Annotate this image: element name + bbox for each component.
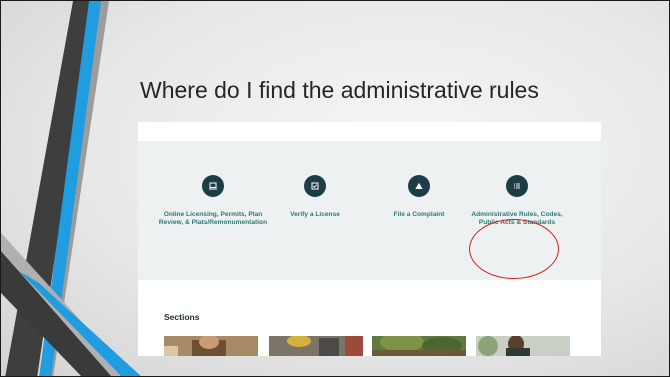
website-screenshot: Online Licensing, Permits, Plan Review, …: [138, 122, 601, 356]
presentation-slide: Where do I find the administrative rules…: [0, 0, 670, 377]
section-photo[interactable]: [164, 336, 258, 356]
quick-link-online-licensing[interactable]: Online Licensing, Permits, Plan Review, …: [158, 175, 268, 227]
section-photo[interactable]: [269, 336, 363, 356]
website-header-strip: [138, 122, 601, 141]
list-icon: [506, 175, 528, 197]
section-photo[interactable]: [476, 336, 570, 356]
warning-icon: [408, 175, 430, 197]
section-photo[interactable]: [372, 336, 466, 356]
highlight-ellipse: [469, 219, 559, 279]
quick-link-verify-license[interactable]: Verify a License: [260, 175, 370, 219]
laptop-icon: [202, 175, 224, 197]
quick-links-panel: Online Licensing, Permits, Plan Review, …: [138, 141, 601, 280]
quick-link-label: File a Complaint: [393, 211, 445, 218]
quick-link-label: Online Licensing, Permits, Plan Review, …: [158, 211, 268, 227]
quick-link-label: Verify a License: [290, 211, 340, 218]
checkbox-icon: [304, 175, 326, 197]
slide-title: Where do I find the administrative rules: [140, 77, 539, 103]
quick-link-file-complaint[interactable]: File a Complaint: [364, 175, 474, 219]
sections-heading: Sections: [164, 312, 200, 322]
